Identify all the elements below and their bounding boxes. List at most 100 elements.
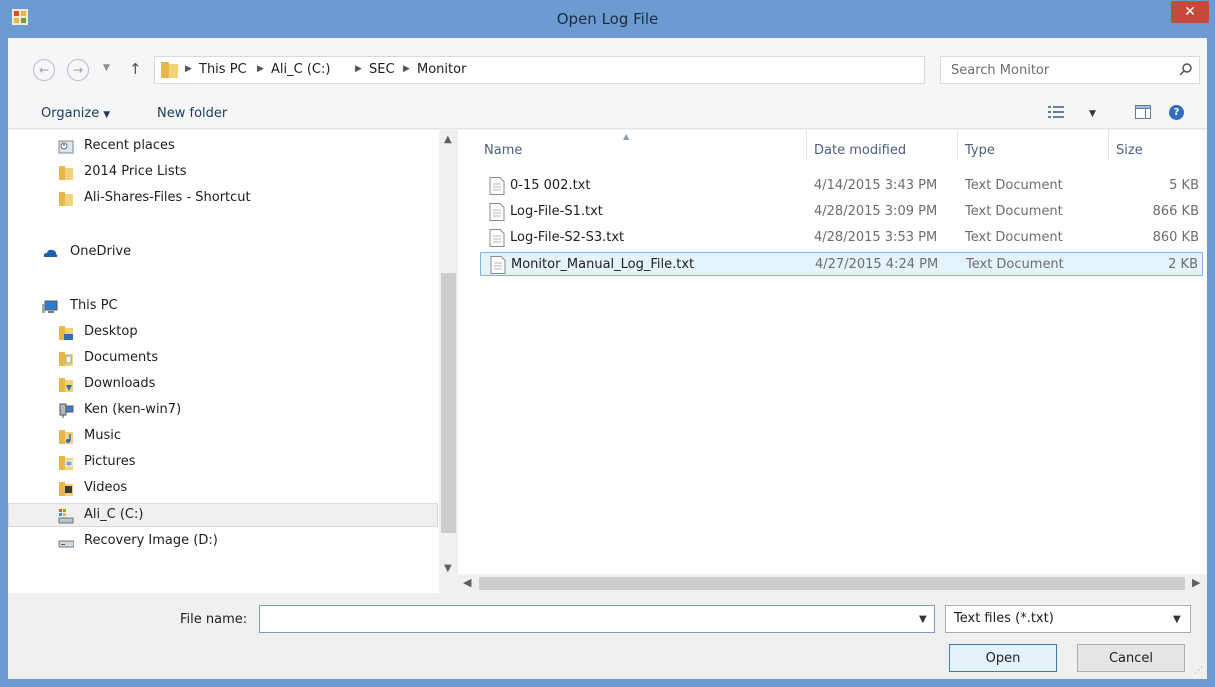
cancel-label: Cancel	[1108, 650, 1154, 666]
forward-button[interactable]: →	[67, 59, 89, 81]
view-options-icon[interactable]	[1048, 106, 1064, 118]
file-date: 4/28/2015 3:53 PM	[814, 230, 938, 245]
breadcrumb-sec[interactable]: SEC	[369, 62, 395, 77]
videos-folder-icon	[59, 482, 73, 496]
scroll-up-icon[interactable]: ▲	[444, 134, 452, 145]
search-box[interactable]: Search Monitor	[940, 56, 1200, 84]
text-file-icon	[489, 229, 505, 247]
nav-label: OneDrive	[70, 244, 132, 259]
nav-label: Ali-Shares-Files - Shortcut	[84, 190, 251, 205]
breadcrumb-separator-icon: ▶	[355, 64, 362, 74]
file-name-field[interactable]: ▼	[259, 605, 935, 633]
up-arrow-icon: ↑	[129, 60, 142, 78]
nav-label: Downloads	[84, 376, 156, 391]
chevron-down-icon[interactable]: ▼	[1089, 109, 1096, 119]
pictures-folder-icon	[59, 456, 73, 470]
nav-item-2014-price-lists[interactable]: 2014 Price Lists	[8, 161, 438, 185]
scroll-right-icon[interactable]: ▶	[1192, 576, 1200, 589]
nav-item-downloads[interactable]: Downloads	[8, 373, 438, 397]
chevron-down-icon[interactable]: ▼	[919, 614, 927, 625]
nav-vertical-scrollbar[interactable]: ▲ ▼	[439, 130, 458, 593]
back-arrow-icon: ←	[38, 63, 50, 77]
resize-grip-icon[interactable]: ⋰	[1194, 666, 1203, 676]
open-button[interactable]: Open	[949, 644, 1057, 672]
file-date: 4/27/2015 4:24 PM	[815, 257, 939, 272]
scroll-left-icon[interactable]: ◀	[463, 576, 471, 589]
breadcrumb-monitor[interactable]: Monitor	[417, 62, 466, 77]
recent-locations-dropdown[interactable]: ▼	[103, 63, 110, 73]
column-divider[interactable]	[1108, 130, 1109, 160]
column-header-date-modified[interactable]: Date modified	[814, 143, 906, 158]
help-icon[interactable]: ?	[1169, 105, 1184, 120]
search-icon[interactable]	[1179, 62, 1193, 76]
search-input[interactable]: Search Monitor	[951, 63, 1049, 78]
file-row-selected[interactable]: Monitor_Manual_Log_File.txt 4/27/2015 4:…	[480, 252, 1203, 276]
nav-item-ken-ken-win7[interactable]: Ken (ken-win7)	[8, 399, 438, 423]
nav-item-pictures[interactable]: Pictures	[8, 451, 438, 475]
chevron-down-icon: ▼	[103, 110, 111, 120]
column-header-size[interactable]: Size	[1116, 143, 1143, 158]
new-folder-label: New folder	[157, 106, 228, 121]
column-header-name[interactable]: Name	[484, 143, 522, 158]
file-row[interactable]: Log-File-S2-S3.txt 4/28/2015 3:53 PM Tex…	[480, 226, 1203, 250]
preview-pane-icon[interactable]	[1135, 105, 1151, 119]
nav-item-music[interactable]: Music	[8, 425, 438, 449]
file-name: Log-File-S1.txt	[510, 204, 603, 219]
computer-icon	[42, 300, 58, 313]
column-divider[interactable]	[957, 130, 958, 160]
back-button[interactable]: ←	[33, 59, 55, 81]
column-divider[interactable]	[806, 130, 807, 160]
sort-ascending-icon: ▲	[623, 132, 630, 141]
nav-label: Documents	[84, 350, 159, 365]
file-list: ▲ Name Date modified Type Size 0-15 002.…	[458, 130, 1207, 593]
nav-label: Music	[84, 428, 121, 443]
network-computer-icon	[59, 403, 74, 418]
nav-item-recovery-image[interactable]: Recovery Image (D:)	[8, 530, 438, 554]
nav-label: Videos	[84, 480, 128, 495]
folder-icon	[59, 166, 73, 180]
column-header-type[interactable]: Type	[965, 143, 995, 158]
file-row[interactable]: Log-File-S1.txt 4/28/2015 3:09 PM Text D…	[480, 200, 1203, 224]
close-button[interactable]: ✕	[1171, 1, 1209, 23]
breadcrumb-ali-c[interactable]: Ali_C (C:)	[271, 62, 330, 77]
organize-button[interactable]: Organize ▼	[41, 106, 110, 121]
breadcrumb-this-pc[interactable]: This PC	[199, 62, 247, 77]
nav-item-ali-c[interactable]: Ali_C (C:)	[8, 503, 438, 527]
cancel-button[interactable]: Cancel	[1077, 644, 1185, 672]
nav-label: This PC	[70, 298, 118, 313]
file-row[interactable]: 0-15 002.txt 4/14/2015 3:43 PM Text Docu…	[480, 174, 1203, 198]
nav-item-this-pc[interactable]: This PC	[8, 295, 438, 319]
scrollbar-thumb[interactable]	[441, 273, 456, 533]
desktop-folder-icon	[59, 326, 73, 340]
forward-arrow-icon: →	[72, 63, 84, 77]
dialog-footer: File name: ▼ Text files (*.txt) ▼ Open C…	[8, 593, 1207, 679]
address-bar[interactable]: ▶ This PC ▶ Ali_C (C:) ▶ SEC ▶ Monitor ▼…	[154, 56, 1050, 84]
nav-item-onedrive[interactable]: OneDrive	[8, 241, 438, 265]
scrollbar-thumb[interactable]	[479, 577, 1185, 590]
file-type-select[interactable]: Text files (*.txt) ▼	[945, 605, 1191, 633]
file-list-horizontal-scrollbar[interactable]: ◀ ▶	[458, 574, 1207, 593]
nav-item-ali-shares-files-shortcut[interactable]: Ali-Shares-Files - Shortcut	[8, 187, 438, 211]
nav-item-videos[interactable]: Videos	[8, 477, 438, 501]
file-size: 860 KB	[1152, 230, 1199, 245]
up-button[interactable]: ↑	[129, 60, 142, 78]
file-name: 0-15 002.txt	[510, 178, 591, 193]
close-icon: ✕	[1184, 4, 1196, 20]
file-date: 4/14/2015 3:43 PM	[814, 178, 938, 193]
file-name-label: File name:	[180, 612, 248, 627]
documents-folder-icon	[59, 352, 73, 366]
window-title: Open Log File	[556, 10, 659, 28]
nav-item-recent-places[interactable]: Recent places	[8, 135, 438, 159]
title-bar[interactable]: Open Log File ✕	[0, 0, 1215, 38]
breadcrumb-separator-icon: ▶	[257, 64, 264, 74]
nav-item-documents[interactable]: Documents	[8, 347, 438, 371]
chevron-down-icon: ▼	[1173, 614, 1181, 625]
nav-label: Desktop	[84, 324, 138, 339]
navigation-pane: Recent places 2014 Price Lists Ali-Share…	[8, 130, 458, 593]
nav-label: Pictures	[84, 454, 136, 469]
scroll-down-icon[interactable]: ▼	[444, 563, 452, 574]
organize-label: Organize	[41, 106, 100, 121]
nav-item-desktop[interactable]: Desktop	[8, 321, 438, 345]
recent-places-icon	[58, 140, 74, 154]
new-folder-button[interactable]: New folder	[157, 106, 227, 121]
